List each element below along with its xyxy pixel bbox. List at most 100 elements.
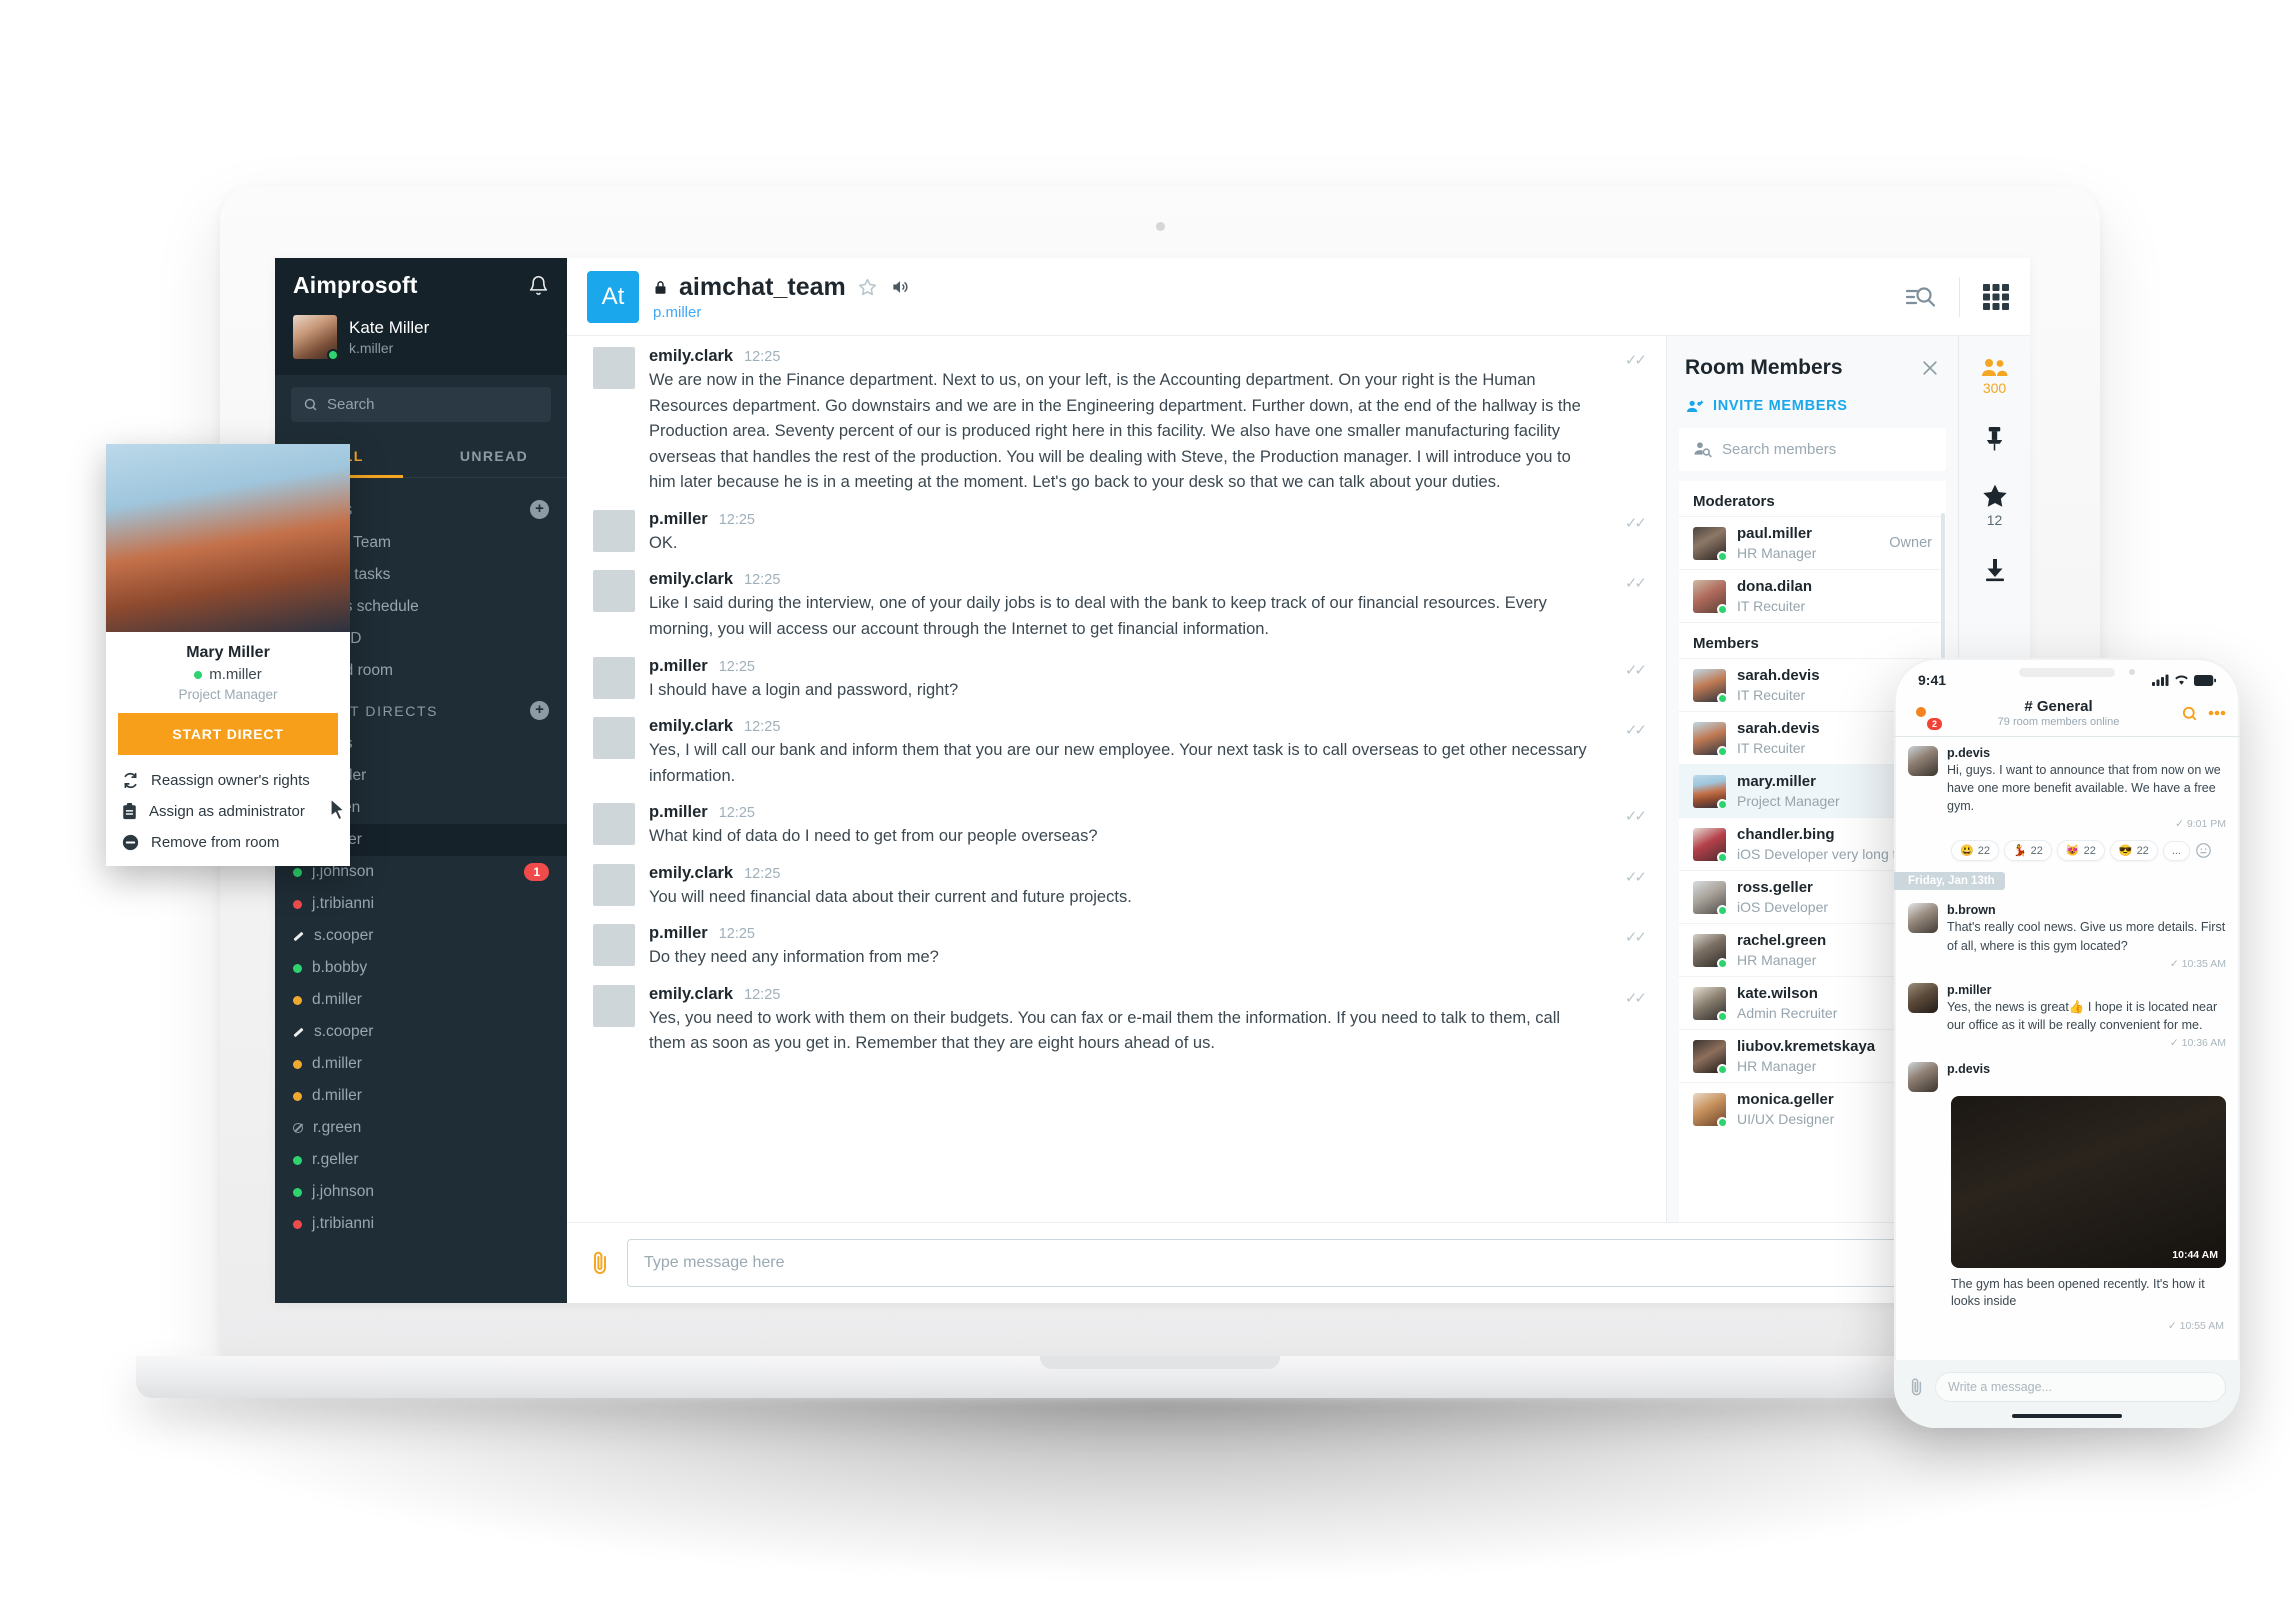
reaction-chip[interactable]: 😎 22 — [2109, 840, 2158, 862]
avatar — [1693, 933, 1726, 967]
search-icon[interactable] — [2181, 705, 2198, 722]
room-avatar: At — [587, 270, 639, 323]
sidebar-top: Aimprosoft Kate Miller k.miller — [275, 258, 567, 375]
more-reactions-chip[interactable]: ... — [2162, 840, 2190, 861]
add-emoji-icon[interactable] — [2195, 842, 2212, 859]
start-direct-button[interactable]: START DIRECT — [118, 713, 338, 755]
current-user[interactable]: Kate Miller k.miller — [293, 311, 549, 375]
more-dots-icon[interactable] — [2208, 710, 2226, 716]
room-owner: p.miller — [653, 303, 702, 321]
main-chat: At aimchat_team p.miller emily.clark 12:… — [567, 258, 2030, 1303]
app-logo-icon[interactable]: 2 — [1908, 699, 1942, 730]
status-badge: Owner — [1889, 535, 1932, 551]
message-body: p.miller 12:25 I should have a login and… — [649, 657, 1640, 704]
message-author: p.miller — [649, 924, 708, 943]
message-text: Yes, you need to work with them on their… — [649, 1008, 1561, 1053]
menu-item-label: Reassign owner's rights — [151, 772, 310, 789]
invite-members-button[interactable]: INVITE MEMBERS — [1667, 390, 1958, 428]
grid-apps-icon[interactable] — [1982, 283, 2010, 311]
list-item[interactable]: d.miller — [275, 1048, 567, 1080]
member-role: UI/UX Designer — [1737, 1111, 1835, 1127]
message-input[interactable]: Type message here — [627, 1239, 1925, 1287]
message-body: emily.clark 12:25 Like I said during the… — [649, 570, 1640, 642]
popup-handle-row: m.miller — [106, 662, 350, 683]
menu-item-remove-from-room[interactable]: Remove from room — [106, 827, 350, 858]
message-time: 12:25 — [744, 865, 781, 882]
add-direct-button[interactable]: + — [530, 701, 549, 720]
message-header: p.miller 12:25 — [649, 924, 1600, 943]
presence-dot — [293, 1155, 302, 1165]
rail-item-people[interactable]: 300 — [1981, 358, 2008, 396]
list-item[interactable]: dona.dilan IT Recuiter — [1679, 569, 1946, 622]
bell-icon[interactable] — [528, 274, 549, 297]
read-receipt-icon: ✓✓ — [1624, 575, 1647, 593]
presence-dot — [1717, 798, 1726, 808]
presence-dot — [1717, 692, 1726, 702]
message-body: p.miller 12:25 Do they need any informat… — [649, 924, 1640, 971]
read-receipt-icon: ✓✓ — [1624, 808, 1647, 826]
member-search-input[interactable]: Search members — [1679, 428, 1946, 471]
current-user-handle: k.miller — [349, 339, 394, 356]
list-item[interactable]: j.tribianni — [275, 888, 567, 920]
message-author: p.miller — [649, 656, 708, 675]
avatar — [1693, 827, 1726, 861]
list-item[interactable]: s.cooper — [275, 1016, 567, 1048]
member-username: kate.wilson — [1737, 985, 1818, 1002]
wifi-icon — [2175, 675, 2188, 685]
tab-unread[interactable]: UNREAD — [421, 436, 567, 477]
list-item[interactable]: j.tribianni — [275, 1208, 567, 1240]
list-item[interactable]: d.miller — [275, 1080, 567, 1112]
avatar — [593, 717, 635, 760]
profile-popup: Mary Miller m.miller Project Manager STA… — [106, 444, 350, 866]
phone-message-list[interactable]: p.devis Hi, guys. I want to announce tha… — [1894, 737, 2240, 1336]
message-item: emily.clark 12:25 We are now in the Fina… — [567, 340, 1666, 503]
member-role: HR Manager — [1737, 952, 1817, 968]
phone-message-item: p.devis — [1894, 1053, 2240, 1092]
group-moderators: Moderators — [1693, 493, 1775, 510]
search-placeholder: Search — [327, 396, 375, 413]
avatar — [593, 656, 635, 699]
close-icon[interactable] — [1920, 358, 1940, 378]
rail-item-starred[interactable]: 12 — [1982, 484, 2008, 528]
read-receipt-icon: ✓✓ — [1624, 352, 1647, 369]
phone-image-attachment[interactable]: 10:44 AM — [1951, 1095, 2226, 1268]
message-item: p.miller 12:25 OK. ✓✓ — [567, 503, 1666, 564]
list-item[interactable]: s.cooper — [275, 920, 567, 952]
add-room-button[interactable]: + — [530, 500, 549, 519]
phone-message-author: b.brown — [1947, 903, 1996, 918]
rail-item-downloads[interactable] — [1983, 558, 2007, 585]
message-body: emily.clark 12:25 Yes, you need to work … — [649, 985, 1640, 1057]
reaction-chip[interactable]: 😃 22 — [1951, 840, 1999, 862]
list-item[interactable]: b.bobby — [275, 952, 567, 984]
menu-item-assign-admin[interactable]: Assign as administrator — [106, 796, 350, 827]
presence-dot — [293, 1187, 302, 1197]
app-screen: Aimprosoft Kate Miller k.miller Search U… — [275, 258, 2030, 1303]
message-header: emily.clark 12:25 — [649, 717, 1600, 736]
list-item[interactable]: j.johnson — [275, 1176, 567, 1208]
avatar — [1693, 721, 1726, 755]
message-text: You will need financial data about their… — [649, 887, 1132, 906]
header-divider — [1959, 276, 1960, 317]
avatar — [293, 315, 337, 359]
list-item[interactable]: r.geller — [275, 1144, 567, 1176]
message-item: p.miller 12:25 I should have a login and… — [567, 650, 1666, 711]
search-list-icon[interactable] — [1903, 282, 1937, 312]
phone-composer-bar: Write a message... — [1908, 1372, 2226, 1402]
paperclip-icon[interactable] — [589, 1250, 611, 1276]
message-item: emily.clark 12:25 Yes, you need to work … — [567, 978, 1666, 1064]
reaction-chip[interactable]: 😻 22 — [2056, 840, 2105, 862]
phone-message-input[interactable]: Write a message... — [1935, 1372, 2226, 1402]
search-input[interactable]: Search — [291, 387, 551, 422]
message-body: emily.clark 12:25 Yes, I will call our b… — [649, 717, 1640, 789]
reaction-chip[interactable]: 💃 22 — [2003, 840, 2052, 862]
menu-item-reassign-owner[interactable]: Reassign owner's rights — [106, 765, 350, 796]
list-item[interactable]: r.green — [275, 1112, 567, 1144]
message-list[interactable]: emily.clark 12:25 We are now in the Fina… — [567, 336, 1666, 1222]
list-item[interactable]: d.miller — [275, 984, 567, 1016]
paperclip-icon[interactable] — [1908, 1377, 1925, 1397]
list-item[interactable]: paul.miller HR Manager Owner — [1679, 516, 1946, 569]
rail-item-pinned[interactable] — [1983, 426, 2006, 454]
signal-icon — [2152, 674, 2169, 686]
phone-message-time: 10:35 AM — [2181, 957, 2226, 970]
phone-message-time: 10:36 AM — [2181, 1036, 2226, 1049]
